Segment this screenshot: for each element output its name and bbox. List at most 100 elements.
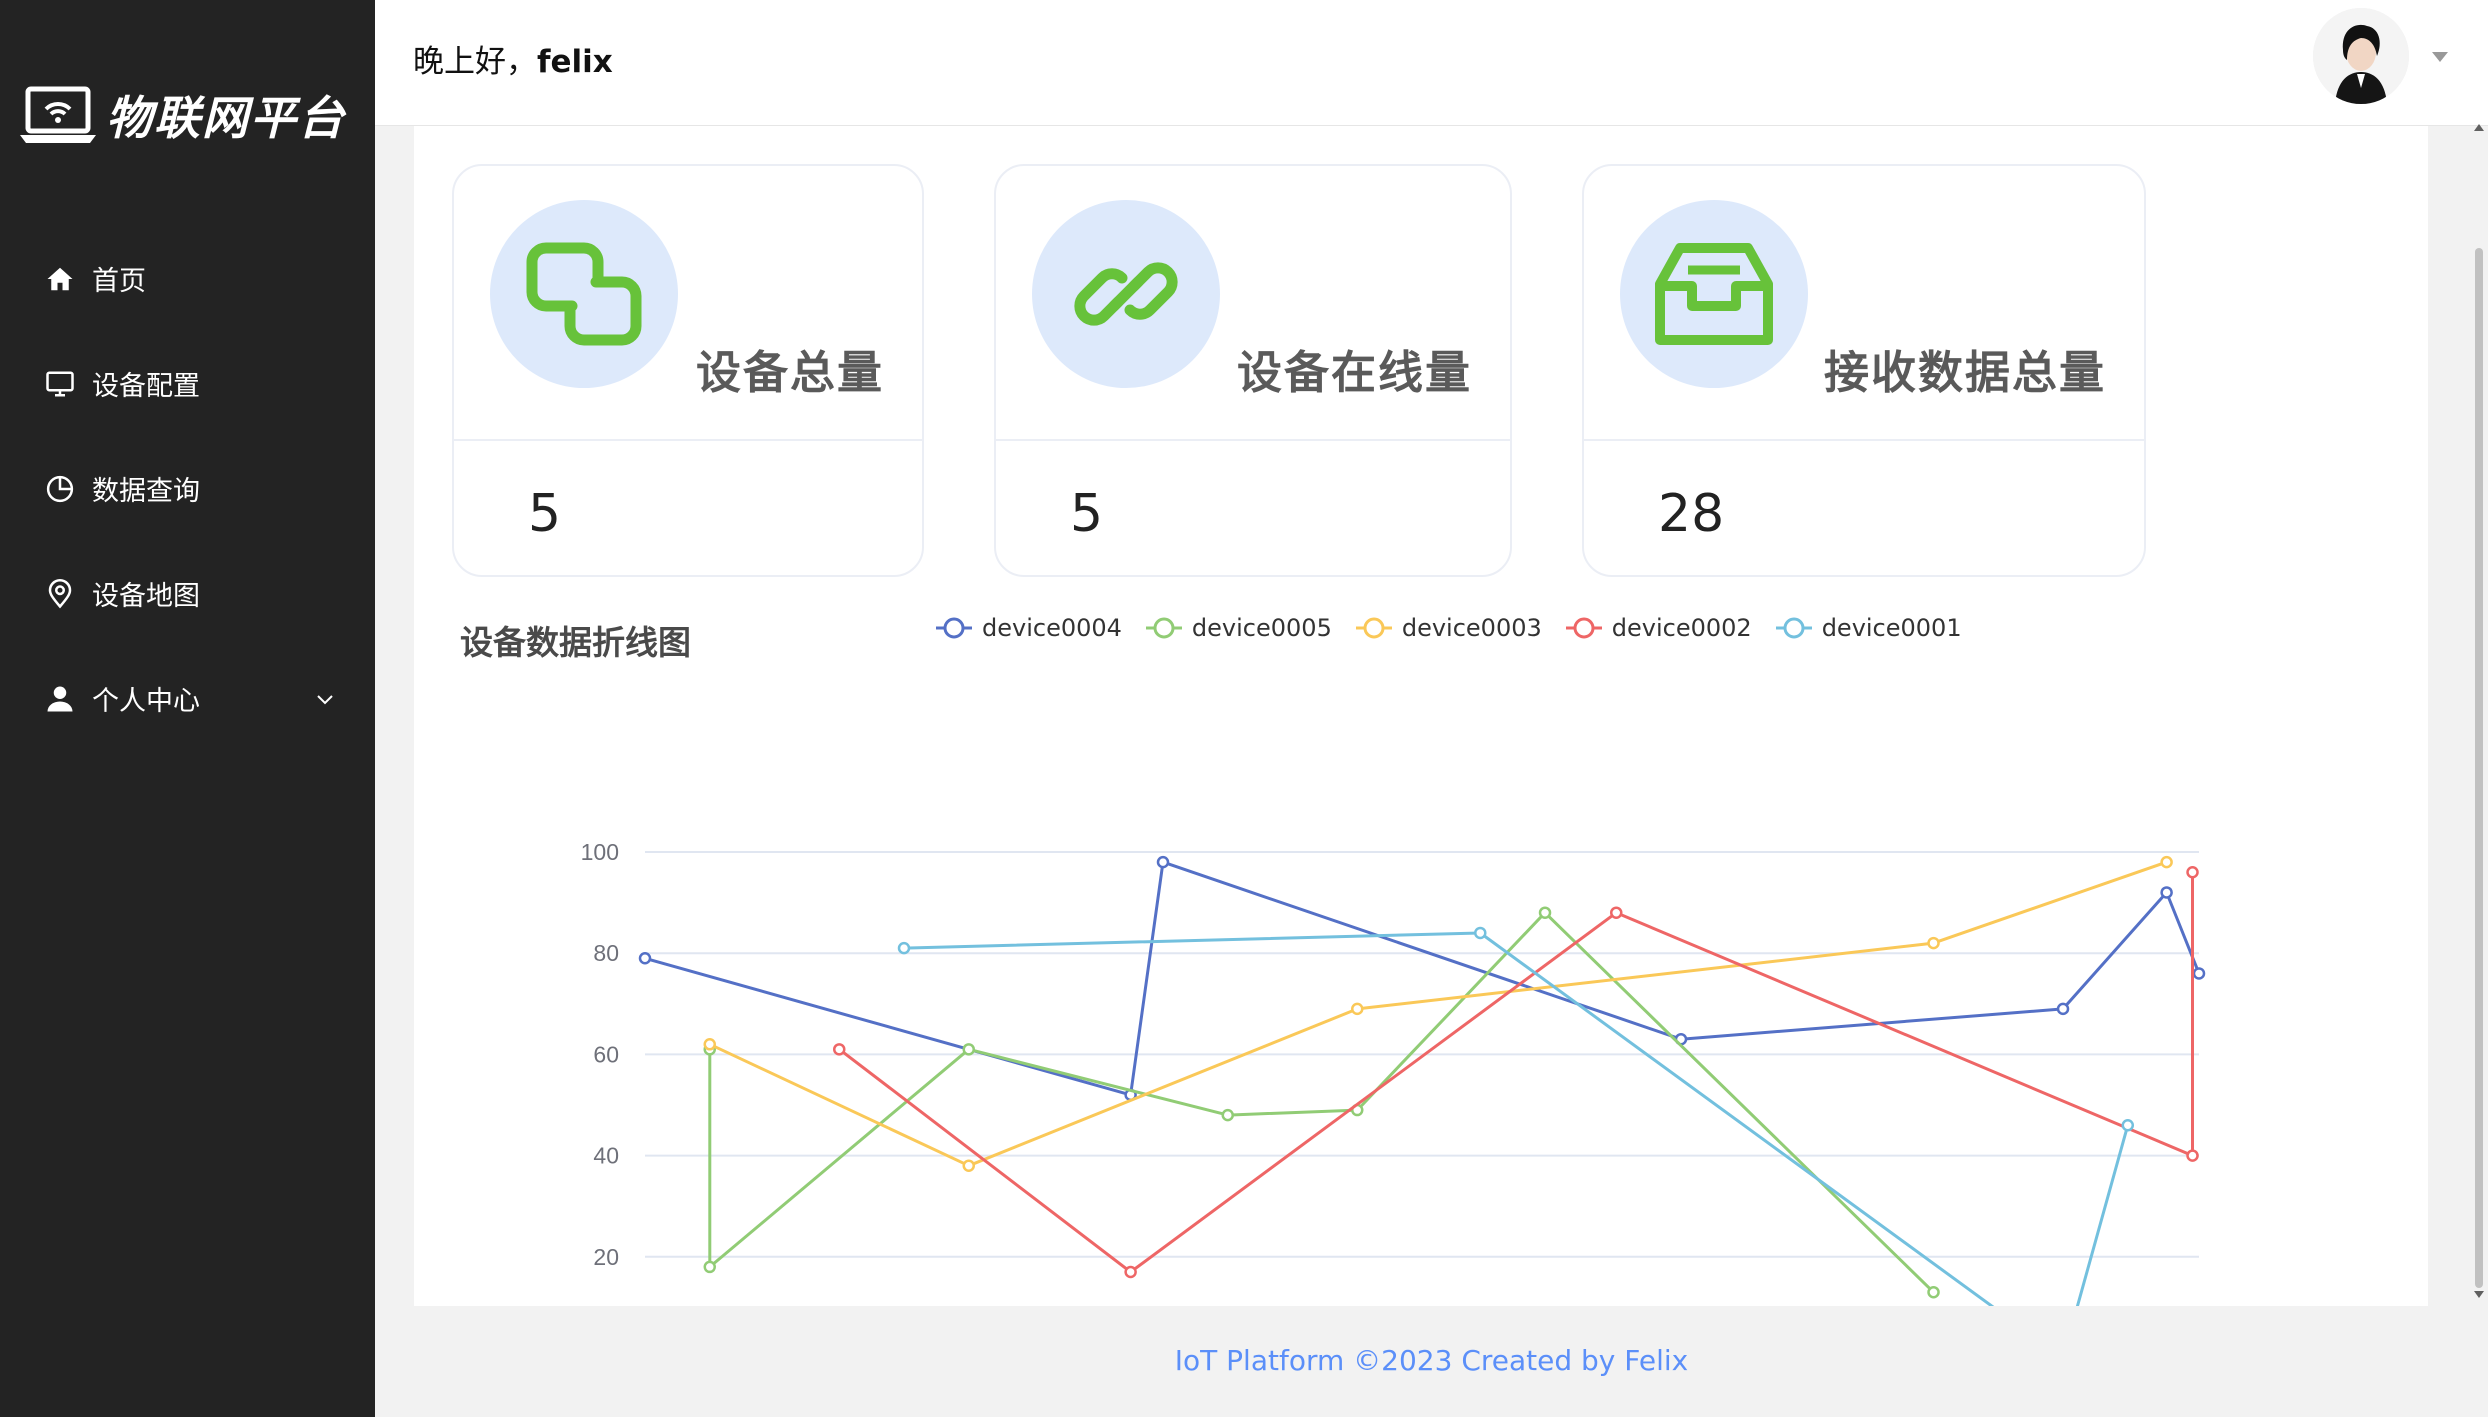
laptop-wifi-icon bbox=[20, 86, 96, 143]
data-point-device0002 bbox=[1124, 1265, 1137, 1279]
link-squares-icon bbox=[526, 242, 642, 346]
avatar-image bbox=[2313, 8, 2409, 104]
home-icon bbox=[42, 261, 78, 297]
top-header: 晚上好，felix bbox=[375, 0, 2488, 126]
card-header: 设备在线量 bbox=[996, 166, 1510, 441]
sidebar-item-label: 个人中心 bbox=[92, 686, 200, 717]
sidebar-item-label: 设备地图 bbox=[92, 581, 200, 612]
data-point-device0005 bbox=[1221, 1108, 1234, 1122]
data-point-device0004 bbox=[1156, 855, 1170, 869]
legend-item-device0004[interactable]: device0004 bbox=[934, 614, 1122, 642]
sidebar-item-home[interactable]: 首页 bbox=[0, 226, 375, 331]
footer: IoT Platform ©2023 Created by Felix bbox=[375, 1306, 2488, 1417]
data-point-device0004 bbox=[2192, 967, 2206, 980]
avatar[interactable] bbox=[2313, 8, 2409, 104]
chart-title: 设备数据折线图 bbox=[460, 623, 691, 662]
user-icon bbox=[42, 681, 78, 717]
data-point-device0002 bbox=[1610, 906, 1623, 919]
username: felix bbox=[537, 44, 613, 80]
legend-label: device0001 bbox=[1821, 614, 1962, 642]
data-point-device0001 bbox=[897, 941, 911, 955]
data-point-device0003 bbox=[1927, 936, 1940, 950]
chevron-down-icon[interactable] bbox=[315, 689, 335, 709]
legend-label: device0004 bbox=[982, 614, 1122, 642]
card-title: 设备总量 bbox=[695, 346, 884, 399]
legend-label: device0002 bbox=[1611, 614, 1752, 642]
card-value: 5 bbox=[1070, 484, 1104, 544]
sidebar-item-label: 设备配置 bbox=[92, 371, 200, 402]
legend-label: device0005 bbox=[1191, 614, 1332, 642]
card-device-total: 设备总量 5 bbox=[452, 164, 924, 577]
series-line-device0003 bbox=[709, 860, 2168, 1168]
legend-item-device0003[interactable]: device0003 bbox=[1354, 614, 1542, 642]
series-line-device0002 bbox=[838, 872, 2194, 1274]
data-point-device0004 bbox=[2160, 886, 2173, 899]
y-tick-label: 80 bbox=[593, 940, 619, 966]
legend-marker bbox=[1775, 617, 1812, 639]
data-point-device0005 bbox=[962, 1043, 975, 1056]
caret-down-icon[interactable] bbox=[2430, 50, 2450, 64]
greeting: 晚上好，felix bbox=[413, 36, 613, 81]
inbox-tray-icon bbox=[1655, 243, 1773, 345]
legend-item-device0002[interactable]: device0002 bbox=[1564, 614, 1752, 642]
data-point-device0002 bbox=[2186, 865, 2199, 879]
card-value: 5 bbox=[528, 484, 562, 544]
data-point-device0003 bbox=[2160, 855, 2173, 869]
data-point-device0002 bbox=[2186, 1149, 2199, 1162]
data-point-device0005 bbox=[1538, 906, 1552, 919]
data-point-device0005 bbox=[703, 1260, 716, 1274]
sidebar-item-data-query[interactable]: 数据查询 bbox=[0, 436, 375, 541]
data-point-device0003 bbox=[962, 1159, 975, 1172]
legend-marker bbox=[1565, 617, 1602, 639]
dashboard-panel: 设备总量 5 设备在线量 5 接收数据总量 28 设备数据折线图 device0… bbox=[414, 126, 2428, 1395]
series-line-device0001 bbox=[903, 931, 2130, 1360]
scroll-up-icon[interactable] bbox=[2473, 122, 2485, 132]
chain-link-icon bbox=[1074, 262, 1178, 326]
chart-legend: device0004 device0005 device0003 device0002… bbox=[934, 614, 1984, 642]
data-point-device0003 bbox=[1351, 1002, 1364, 1016]
sidebar: 物联网平台 首页 设备配置 数据查询 设备地图 个人中心 bbox=[0, 0, 375, 1417]
legend-item-device0005[interactable]: device0005 bbox=[1144, 614, 1332, 642]
card-icon-circle bbox=[1620, 200, 1808, 388]
y-tick-label: 20 bbox=[593, 1244, 619, 1270]
card-icon-circle bbox=[1032, 200, 1220, 388]
data-point-device0004 bbox=[2056, 1002, 2070, 1016]
logo[interactable]: 物联网平台 bbox=[18, 80, 346, 150]
card-icon-circle bbox=[490, 200, 678, 388]
scroll-down-icon[interactable] bbox=[2473, 1290, 2485, 1300]
data-point-device0005 bbox=[1927, 1285, 1940, 1299]
card-data-received-total: 接收数据总量 28 bbox=[1582, 164, 2146, 577]
sidebar-item-label: 首页 bbox=[92, 266, 146, 297]
data-point-device0003 bbox=[703, 1038, 716, 1051]
legend-marker bbox=[936, 617, 972, 639]
legend-marker bbox=[1145, 617, 1182, 639]
sidebar-item-device-config[interactable]: 设备配置 bbox=[0, 331, 375, 436]
data-point-device0001 bbox=[2121, 1118, 2135, 1132]
legend-marker bbox=[1355, 617, 1392, 639]
vertical-scrollbar[interactable] bbox=[2470, 118, 2488, 1306]
logo-text: 物联网平台 bbox=[106, 91, 346, 145]
legend-label: device0003 bbox=[1401, 614, 1542, 642]
line-chart: 02040608010003:46:3203:46:3403:46:3603:4… bbox=[581, 839, 2206, 1395]
sidebar-item-personal-center[interactable]: 个人中心 bbox=[0, 646, 375, 751]
card-device-online: 设备在线量 5 bbox=[994, 164, 1512, 577]
sidebar-item-label: 数据查询 bbox=[92, 476, 200, 507]
y-tick-label: 100 bbox=[581, 839, 619, 865]
legend-item-device0001[interactable]: device0001 bbox=[1774, 614, 1962, 642]
greeting-text: 晚上好， bbox=[413, 44, 537, 80]
sidebar-menu: 首页 设备配置 数据查询 设备地图 个人中心 bbox=[0, 226, 375, 751]
card-title: 接收数据总量 bbox=[1823, 346, 2106, 399]
location-pin-icon bbox=[42, 576, 78, 612]
card-value: 28 bbox=[1658, 484, 1725, 544]
sidebar-item-device-map[interactable]: 设备地图 bbox=[0, 541, 375, 646]
y-tick-label: 60 bbox=[593, 1041, 619, 1067]
data-point-device0002 bbox=[833, 1043, 846, 1056]
card-header: 设备总量 bbox=[454, 166, 922, 441]
card-header: 接收数据总量 bbox=[1584, 166, 2144, 441]
card-title: 设备在线量 bbox=[1236, 346, 1472, 399]
monitor-icon bbox=[42, 366, 78, 402]
pie-chart-icon bbox=[42, 471, 78, 507]
scrollbar-thumb[interactable] bbox=[2475, 248, 2483, 1288]
data-point-device0001 bbox=[1474, 926, 1487, 940]
data-point-device0004 bbox=[638, 952, 652, 965]
